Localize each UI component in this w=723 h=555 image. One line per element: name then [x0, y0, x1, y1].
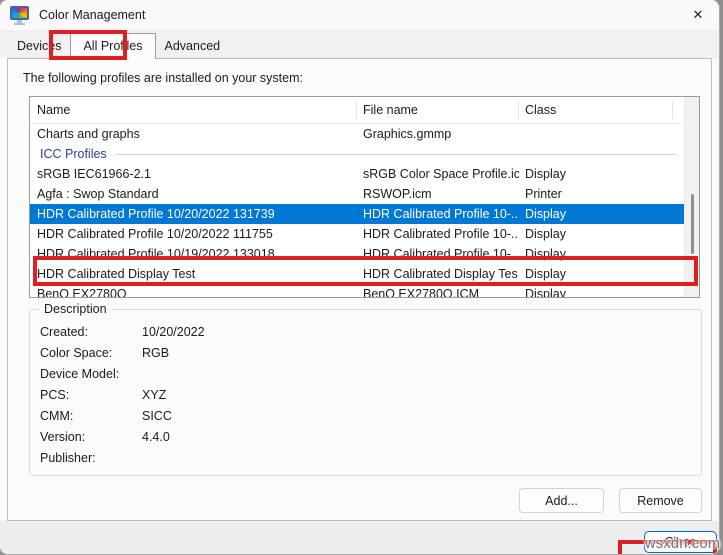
list-group-header: ICC Profiles	[30, 144, 686, 164]
field-label: Created:	[40, 325, 88, 339]
intro-text: The following profiles are installed on …	[23, 71, 303, 85]
cell-class: Display	[525, 227, 566, 241]
description-field-row: Created: 10/20/2022	[30, 322, 701, 343]
description-field-row: Color Space: RGB	[30, 343, 701, 364]
description-field-row: CMM: SICC	[30, 406, 701, 427]
profile-row[interactable]: HDR Calibrated Profile 10/20/2022 111755…	[30, 224, 686, 244]
column-header-file-name[interactable]: File name	[357, 101, 519, 119]
field-label: Color Space:	[40, 346, 113, 360]
description-legend: Description	[39, 302, 112, 316]
cell-file: HDR Calibrated Display Tes...	[363, 267, 519, 281]
dialog-footer: Close	[0, 521, 719, 554]
remove-button[interactable]: Remove	[619, 488, 702, 513]
cell-class: Printer	[525, 187, 562, 201]
field-label: Device Model:	[40, 367, 120, 381]
scrollbar-thumb[interactable]	[691, 194, 694, 254]
group-label: ICC Profiles	[40, 147, 107, 161]
window-close-icon[interactable]: ✕	[681, 0, 715, 30]
tab-all-profiles[interactable]: All Profiles	[70, 33, 156, 59]
column-header-name[interactable]: Name	[30, 101, 357, 119]
window-title: Color Management	[39, 8, 146, 22]
profile-row[interactable]: HDR Calibrated Profile 10/19/2022 133018…	[30, 244, 686, 264]
cell-name: HDR Calibrated Profile 10/20/2022 131739	[37, 207, 275, 221]
description-fields: Created: 10/20/2022 Color Space: RGB Device …	[30, 322, 701, 469]
profile-row[interactable]: BenQ EX2780Q BenQ EX2780Q.ICM Display	[30, 284, 686, 298]
field-value	[142, 448, 701, 469]
field-label: CMM:	[40, 409, 74, 423]
profile-list-rows: Charts and graphs Graphics.gmmp ICC Profil…	[30, 124, 686, 298]
add-button[interactable]: Add...	[519, 488, 604, 513]
all-profiles-tab-page: The following profiles are installed on …	[7, 58, 717, 554]
cell-name: Charts and graphs	[37, 127, 140, 141]
cell-name: sRGB IEC61966-2.1	[37, 167, 151, 181]
cell-file: HDR Calibrated Profile 10-...	[363, 227, 519, 241]
field-value: XYZ	[142, 388, 167, 402]
field-label: Version:	[40, 430, 86, 444]
profile-list: Name File name Class Charts and graphs Gr…	[29, 96, 700, 298]
field-value	[142, 364, 701, 385]
field-label: Publisher:	[40, 451, 96, 465]
color-management-monitor-icon	[10, 5, 30, 26]
cell-name: HDR Calibrated Profile 10/19/2022 133018	[37, 247, 275, 261]
color-management-dialog: Color Management ✕ Devices All Profiles …	[0, 0, 719, 554]
profile-row[interactable]: Agfa : Swop Standard RSWOP.icm Printer	[30, 184, 686, 204]
cell-file: Graphics.gmmp	[363, 127, 452, 141]
profile-row[interactable]: Charts and graphs Graphics.gmmp	[30, 124, 686, 144]
field-value: RGB	[142, 346, 170, 360]
tab-strip: Devices All Profiles Advanced	[0, 30, 719, 59]
cell-class: Display	[525, 287, 566, 298]
cell-file: sRGB Color Space Profile.ic...	[363, 167, 519, 181]
cell-name: Agfa : Swop Standard	[37, 187, 159, 201]
field-value: SICC	[142, 409, 172, 423]
monitor-base-shape	[14, 22, 25, 25]
description-field-row: Version: 4.4.0	[30, 427, 701, 448]
watermark-text: wsxdn.com	[645, 536, 721, 552]
cell-file: HDR Calibrated Profile 10-...	[363, 207, 519, 221]
cell-name: HDR Calibrated Profile 10/20/2022 111755	[37, 227, 273, 241]
description-group: Description Created: 10/20/2022 Color Spac…	[29, 302, 702, 476]
monitor-screen-shape	[10, 5, 29, 20]
cell-name: HDR Calibrated Display Test	[37, 267, 196, 281]
group-divider	[115, 153, 676, 155]
cell-file: RSWOP.icm	[363, 187, 432, 201]
profile-row[interactable]: sRGB IEC61966-2.1 sRGB Color Space Profil…	[30, 164, 686, 184]
title-bar: Color Management ✕	[0, 0, 719, 30]
field-label: PCS:	[40, 388, 70, 402]
profile-row[interactable]: HDR Calibrated Profile 10/20/2022 131739…	[30, 204, 686, 224]
tab-devices[interactable]: Devices	[8, 36, 70, 58]
vertical-scrollbar[interactable]	[684, 97, 699, 297]
tab-advanced[interactable]: Advanced	[156, 36, 230, 58]
cell-class: Display	[525, 207, 566, 221]
profile-row[interactable]: HDR Calibrated Display Test HDR Calibrate…	[30, 264, 686, 284]
field-value: 4.4.0	[142, 430, 170, 444]
description-field-row: Device Model:	[30, 364, 701, 385]
cell-class: Display	[525, 247, 566, 261]
cell-class: Display	[525, 167, 566, 181]
cell-class: Display	[525, 267, 566, 281]
cell-file: HDR Calibrated Profile 10-...	[363, 247, 519, 261]
list-header: Name File name Class	[30, 97, 686, 124]
field-value: 10/20/2022	[142, 325, 205, 339]
description-field-row: Publisher:	[30, 448, 701, 469]
cell-name: BenQ EX2780Q	[37, 287, 127, 298]
column-header-class[interactable]: Class	[519, 101, 673, 119]
description-field-row: PCS: XYZ	[30, 385, 701, 406]
cell-file: BenQ EX2780Q.ICM	[363, 287, 480, 298]
